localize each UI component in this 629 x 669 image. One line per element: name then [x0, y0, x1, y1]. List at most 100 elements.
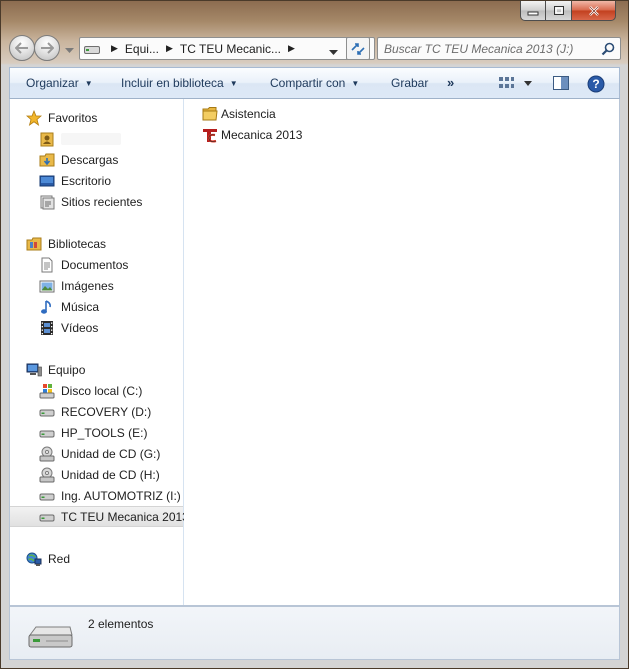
forward-arrow-icon [41, 42, 54, 54]
address-row: ▶ Equi... ▶ TC TEU Mecanic... ▶ [9, 35, 621, 61]
sidebar-item-drive-j[interactable]: TC TEU Mecanica 2013 [10, 506, 189, 527]
more-commands-button[interactable]: » [447, 75, 454, 90]
breadcrumb-computer[interactable]: Equi... [125, 42, 159, 56]
sidebar-item-user[interactable] [10, 128, 183, 149]
svg-text:?: ? [592, 77, 599, 91]
sidebar-item-documents[interactable]: Documentos [10, 254, 183, 275]
change-view-button[interactable] [498, 75, 534, 94]
sidebar-item-drive-e-label: HP_TOOLS (E:) [61, 425, 148, 440]
chevron-down-icon: ▼ [351, 78, 360, 88]
sidebar-computer[interactable]: Equipo [10, 359, 183, 380]
minimize-button[interactable] [520, 1, 546, 21]
back-arrow-icon [15, 42, 28, 54]
sidebar-item-desktop-label: Escritorio [61, 173, 112, 188]
view-options-icon [499, 77, 532, 88]
search-icon[interactable] [601, 42, 615, 56]
preview-pane-button[interactable] [552, 75, 570, 94]
hard-drive-icon [39, 488, 55, 504]
help-icon: ? [587, 75, 605, 93]
downloads-folder-icon [39, 152, 55, 168]
sidebar-item-desktop[interactable]: Escritorio [10, 170, 183, 191]
chevron-down-icon [329, 50, 338, 55]
recent-pages-dropdown[interactable] [65, 43, 74, 57]
refresh-icon [351, 42, 365, 55]
navigation-pane: Favoritos Descargas Escritorio Sitios re… [10, 99, 189, 605]
search-box[interactable] [377, 37, 621, 60]
pictures-icon [39, 278, 55, 294]
refresh-button[interactable] [346, 37, 370, 60]
file-list[interactable]: Asistencia Mecanica 2013 [184, 99, 619, 605]
search-input[interactable] [384, 41, 594, 56]
minimize-icon [527, 11, 539, 15]
panes: Favoritos Descargas Escritorio Sitios re… [9, 99, 620, 606]
sidebar-item-drive-c-label: Disco local (C:) [61, 383, 143, 398]
close-button[interactable] [572, 1, 616, 21]
recent-places-icon [39, 194, 55, 210]
sidebar-item-drive-g[interactable]: Unidad de CD (G:) [10, 443, 183, 464]
sidebar-network[interactable]: Red [10, 548, 183, 569]
sidebar-item-drive-d[interactable]: RECOVERY (D:) [10, 401, 183, 422]
sidebar-network-label: Red [48, 551, 71, 566]
windows-drive-icon [39, 383, 55, 399]
back-button[interactable] [9, 35, 35, 61]
chevron-down-icon [65, 48, 74, 53]
breadcrumb-separator-icon: ▶ [288, 43, 295, 53]
sidebar-item-drive-i-label: Ing. AUTOMOTRIZ (I:) [61, 488, 181, 503]
sidebar-item-drive-g-label: Unidad de CD (G:) [61, 446, 161, 461]
sidebar-item-downloads-label: Descargas [61, 152, 119, 167]
sidebar-item-drive-c[interactable]: Disco local (C:) [10, 380, 183, 401]
documents-icon [39, 257, 55, 273]
sidebar-item-user-label [61, 132, 121, 145]
sidebar-item-pictures[interactable]: Imágenes [10, 275, 183, 296]
sidebar-item-music[interactable]: Música [10, 296, 183, 317]
hard-drive-icon [39, 425, 55, 441]
sidebar-item-drive-h[interactable]: Unidad de CD (H:) [10, 464, 183, 485]
organize-button[interactable]: Organizar ▼ [26, 76, 93, 90]
sidebar-item-drive-h-label: Unidad de CD (H:) [61, 467, 160, 482]
command-bar: Organizar ▼ Incluir en biblioteca ▼ Comp… [9, 67, 620, 99]
cd-drive-icon [39, 446, 55, 462]
list-item[interactable]: Mecanica 2013 [202, 125, 302, 145]
sidebar-favorites-label: Favoritos [48, 110, 98, 125]
list-item[interactable]: Asistencia [202, 104, 276, 124]
sidebar-item-recent-places[interactable]: Sitios recientes [10, 191, 183, 212]
share-with-button[interactable]: Compartir con ▼ [270, 76, 359, 90]
breadcrumb-separator-icon: ▶ [165, 43, 173, 53]
include-in-library-button[interactable]: Incluir en biblioteca ▼ [121, 76, 238, 90]
drive-icon [84, 45, 100, 54]
details-pane: 2 elementos [9, 606, 620, 660]
libraries-icon [26, 236, 42, 252]
burn-button[interactable]: Grabar [391, 76, 428, 90]
explorer-window: ▶ Equi... ▶ TC TEU Mecanic... ▶ Org [0, 0, 629, 669]
sidebar-item-drive-j-label: TC TEU Mecanica 2013 [61, 509, 189, 524]
breadcrumb-current-drive[interactable]: TC TEU Mecanic... [180, 42, 281, 56]
app-icon [202, 127, 218, 143]
sidebar-item-pictures-label: Imágenes [61, 278, 114, 293]
film-strip-icon [39, 320, 55, 336]
drive-large-icon [28, 626, 73, 648]
address-bar[interactable]: ▶ Equi... ▶ TC TEU Mecanic... ▶ [79, 37, 375, 60]
burn-label: Grabar [391, 76, 429, 90]
maximize-button[interactable] [546, 1, 572, 21]
address-history-dropdown[interactable] [329, 45, 338, 59]
sidebar-libraries-label: Bibliotecas [48, 236, 107, 251]
sidebar-item-drive-d-label: RECOVERY (D:) [61, 404, 152, 419]
maximize-icon [553, 6, 564, 15]
sidebar-libraries[interactable]: Bibliotecas [10, 233, 183, 254]
organize-label: Organizar [26, 76, 79, 90]
sidebar-item-drive-i[interactable]: Ing. AUTOMOTRIZ (I:) [10, 485, 183, 506]
forward-button[interactable] [34, 35, 60, 61]
sidebar-computer-label: Equipo [48, 362, 86, 377]
sidebar-item-downloads[interactable]: Descargas [10, 149, 183, 170]
network-icon [26, 551, 42, 567]
folder-icon [202, 106, 218, 122]
chevron-down-icon: ▼ [84, 78, 93, 88]
sidebar-favorites[interactable]: Favoritos [10, 107, 183, 128]
sidebar-item-videos[interactable]: Vídeos [10, 317, 183, 338]
sidebar-item-music-label: Música [61, 299, 100, 314]
help-button[interactable]: ? [587, 75, 605, 96]
cd-drive-icon [39, 467, 55, 483]
sidebar-item-recent-places-label: Sitios recientes [61, 194, 143, 209]
desktop-icon [39, 173, 55, 189]
sidebar-item-drive-e[interactable]: HP_TOOLS (E:) [10, 422, 183, 443]
